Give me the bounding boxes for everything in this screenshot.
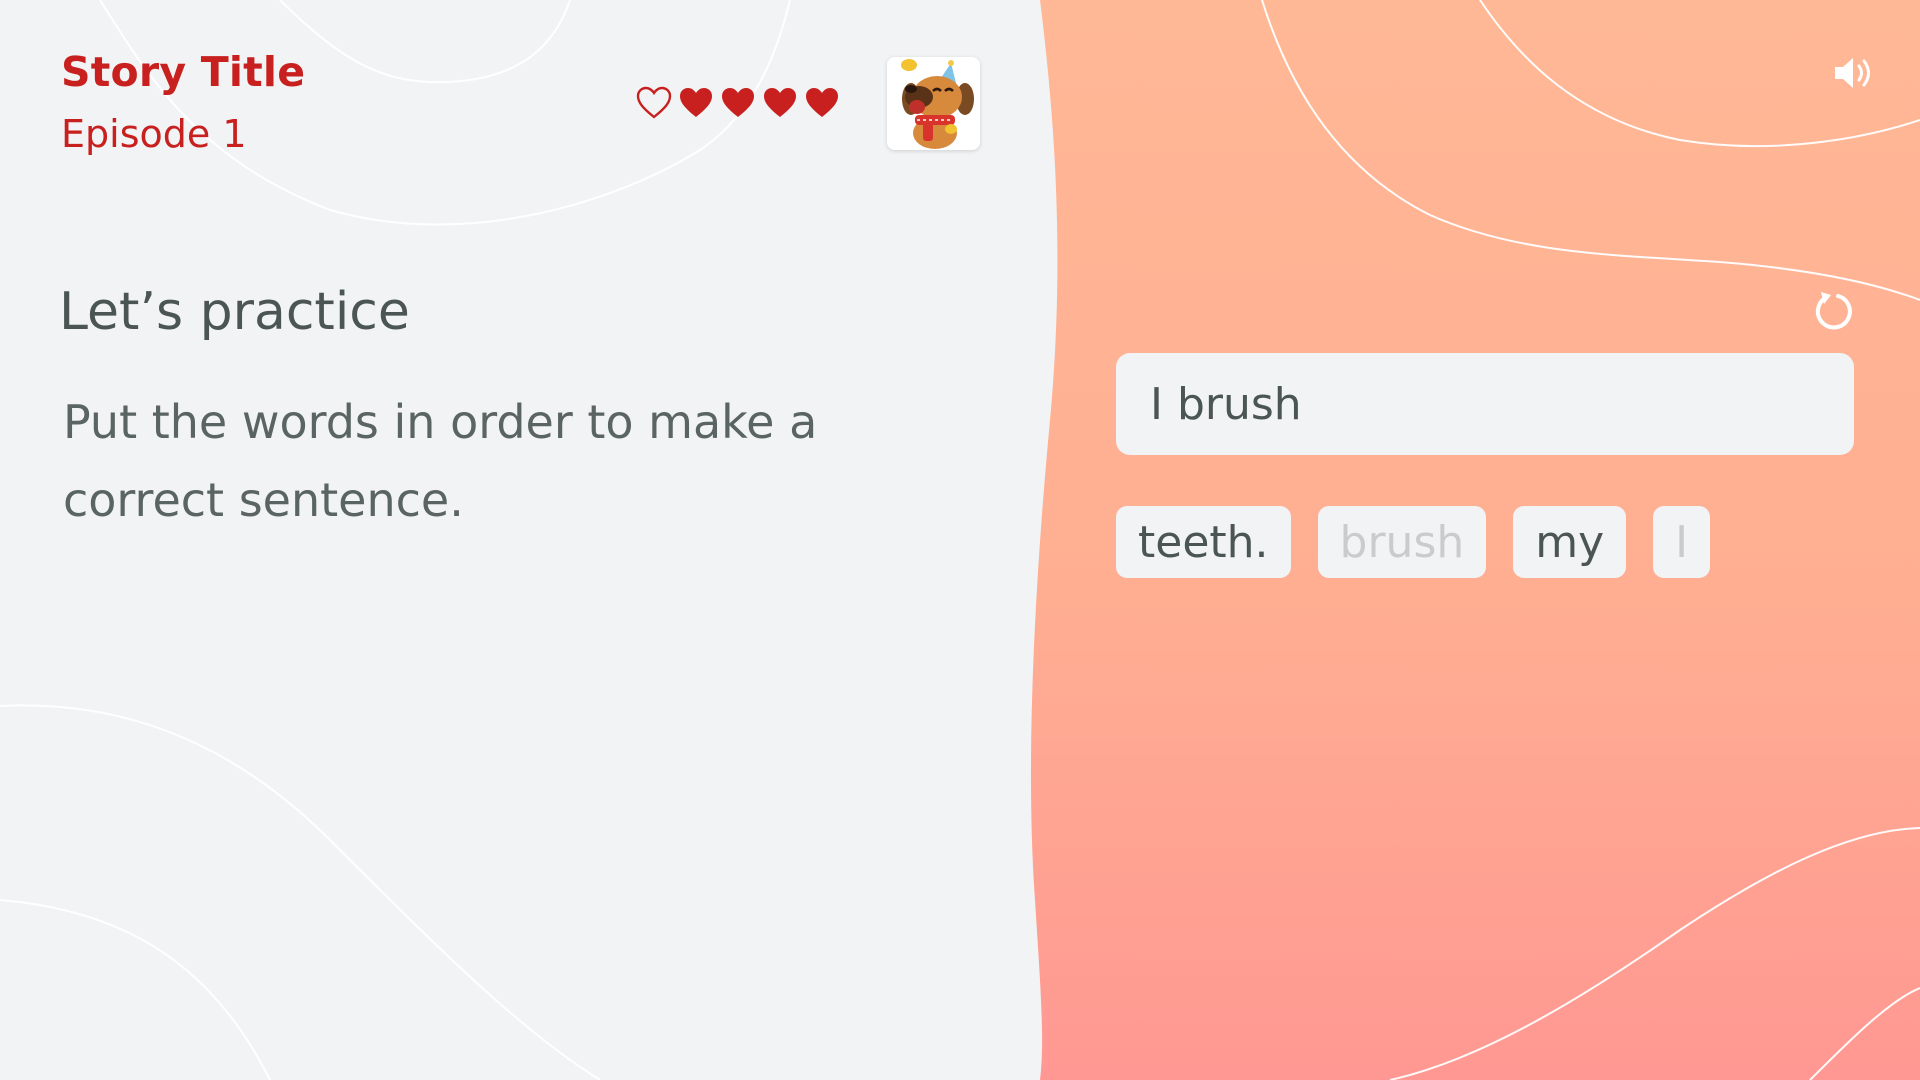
lesson-screen: Story Title Episode 1 Let’s practice Put…: [0, 0, 1920, 1080]
lives-indicator: [636, 86, 840, 120]
word-chip-label: I: [1675, 516, 1689, 568]
answer-text: I brush: [1150, 378, 1302, 430]
word-bank: teeth. brush my I: [1116, 506, 1711, 578]
word-chip-my[interactable]: my: [1513, 506, 1627, 578]
word-chip-i[interactable]: I: [1653, 506, 1711, 578]
heart-outline-icon: [636, 86, 672, 119]
heart-filled-icon: [764, 88, 796, 117]
reset-icon: [1815, 292, 1852, 330]
answer-field[interactable]: I brush: [1116, 353, 1854, 455]
heart-filled-icon: [722, 88, 754, 117]
episode-label: Episode 1: [61, 112, 247, 156]
word-chip-label: my: [1535, 516, 1605, 568]
word-chip-brush[interactable]: brush: [1317, 506, 1487, 578]
exercise-heading: Let’s practice: [59, 282, 410, 342]
word-chip-teeth[interactable]: teeth.: [1116, 506, 1291, 578]
heart-filled-icon: [806, 88, 838, 117]
dog-avatar-icon: [887, 57, 980, 150]
dog-character-avatar[interactable]: [887, 57, 980, 150]
speaker-icon: [1835, 58, 1870, 88]
reset-button[interactable]: [1812, 289, 1856, 333]
word-chip-label: brush: [1339, 516, 1465, 568]
speaker-button[interactable]: [1833, 54, 1875, 92]
heart-filled-icon: [680, 88, 712, 117]
exercise-instruction: Put the words in order to make a correct…: [63, 395, 818, 527]
word-chip-label: teeth.: [1138, 516, 1269, 568]
story-title: Story Title: [61, 48, 306, 96]
